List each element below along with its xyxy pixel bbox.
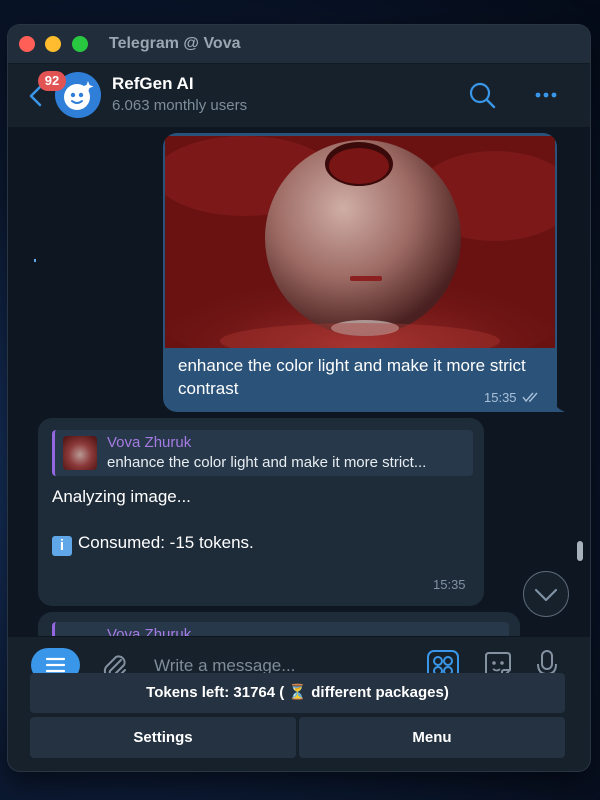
reply-author: Vova Zhuruk: [107, 434, 192, 451]
unread-count-badge: 92: [38, 71, 66, 91]
window-title: Telegram @ Vova: [109, 35, 241, 52]
more-options-icon[interactable]: [534, 88, 558, 102]
title-bar: Telegram @ Vova: [8, 25, 590, 64]
incoming-message-line: i Consumed: -15 tokens.: [52, 533, 254, 556]
search-icon[interactable]: [468, 81, 496, 109]
incoming-message-line: Analyzing image...: [52, 487, 191, 506]
reply-author: Vova Zhuruk: [107, 626, 192, 636]
bubble-tail: [551, 398, 565, 412]
tokens-left-button[interactable]: Tokens left: 31764 ( ⏳ different package…: [30, 673, 565, 713]
outgoing-message-time: 15:35: [484, 390, 517, 405]
settings-button[interactable]: Settings: [30, 717, 296, 758]
scroll-to-bottom-button[interactable]: [523, 571, 569, 617]
close-window-button[interactable]: [19, 36, 35, 52]
reply-text: enhance the color light and make it more…: [107, 454, 427, 471]
consumed-text: Consumed: -15 tokens.: [78, 533, 254, 552]
reply-thumbnail: [63, 436, 97, 470]
read-double-check-icon: [522, 392, 538, 403]
incoming-message-partial[interactable]: Vova Zhuruk: [38, 612, 520, 636]
menu-button[interactable]: Menu: [299, 717, 565, 758]
minimize-window-button[interactable]: [45, 36, 61, 52]
message-list[interactable]: enhance the color light and make it more…: [8, 128, 590, 636]
telegram-window: Telegram @ Vova 92 RefGen AI 6.063 month…: [8, 25, 590, 771]
chat-name[interactable]: RefGen AI: [112, 74, 194, 94]
speaker-photo-image: [165, 136, 555, 348]
info-icon: i: [52, 536, 72, 556]
zoom-window-button[interactable]: [72, 36, 88, 52]
chevron-down-icon: [534, 588, 558, 602]
attached-photo[interactable]: [165, 136, 555, 348]
chat-header: 92 RefGen AI 6.063 monthly users: [8, 64, 590, 128]
reply-quote[interactable]: Vova Zhuruk enhance the color light and …: [52, 430, 473, 476]
scrollbar-thumb[interactable]: [577, 541, 583, 561]
reply-quote[interactable]: Vova Zhuruk: [52, 622, 509, 636]
incoming-message[interactable]: Vova Zhuruk enhance the color light and …: [38, 418, 484, 606]
outgoing-message[interactable]: enhance the color light and make it more…: [163, 133, 557, 412]
chat-subtitle: 6.063 monthly users: [112, 97, 248, 114]
incoming-message-time: 15:35: [433, 577, 466, 592]
selection-marker: [34, 259, 36, 262]
